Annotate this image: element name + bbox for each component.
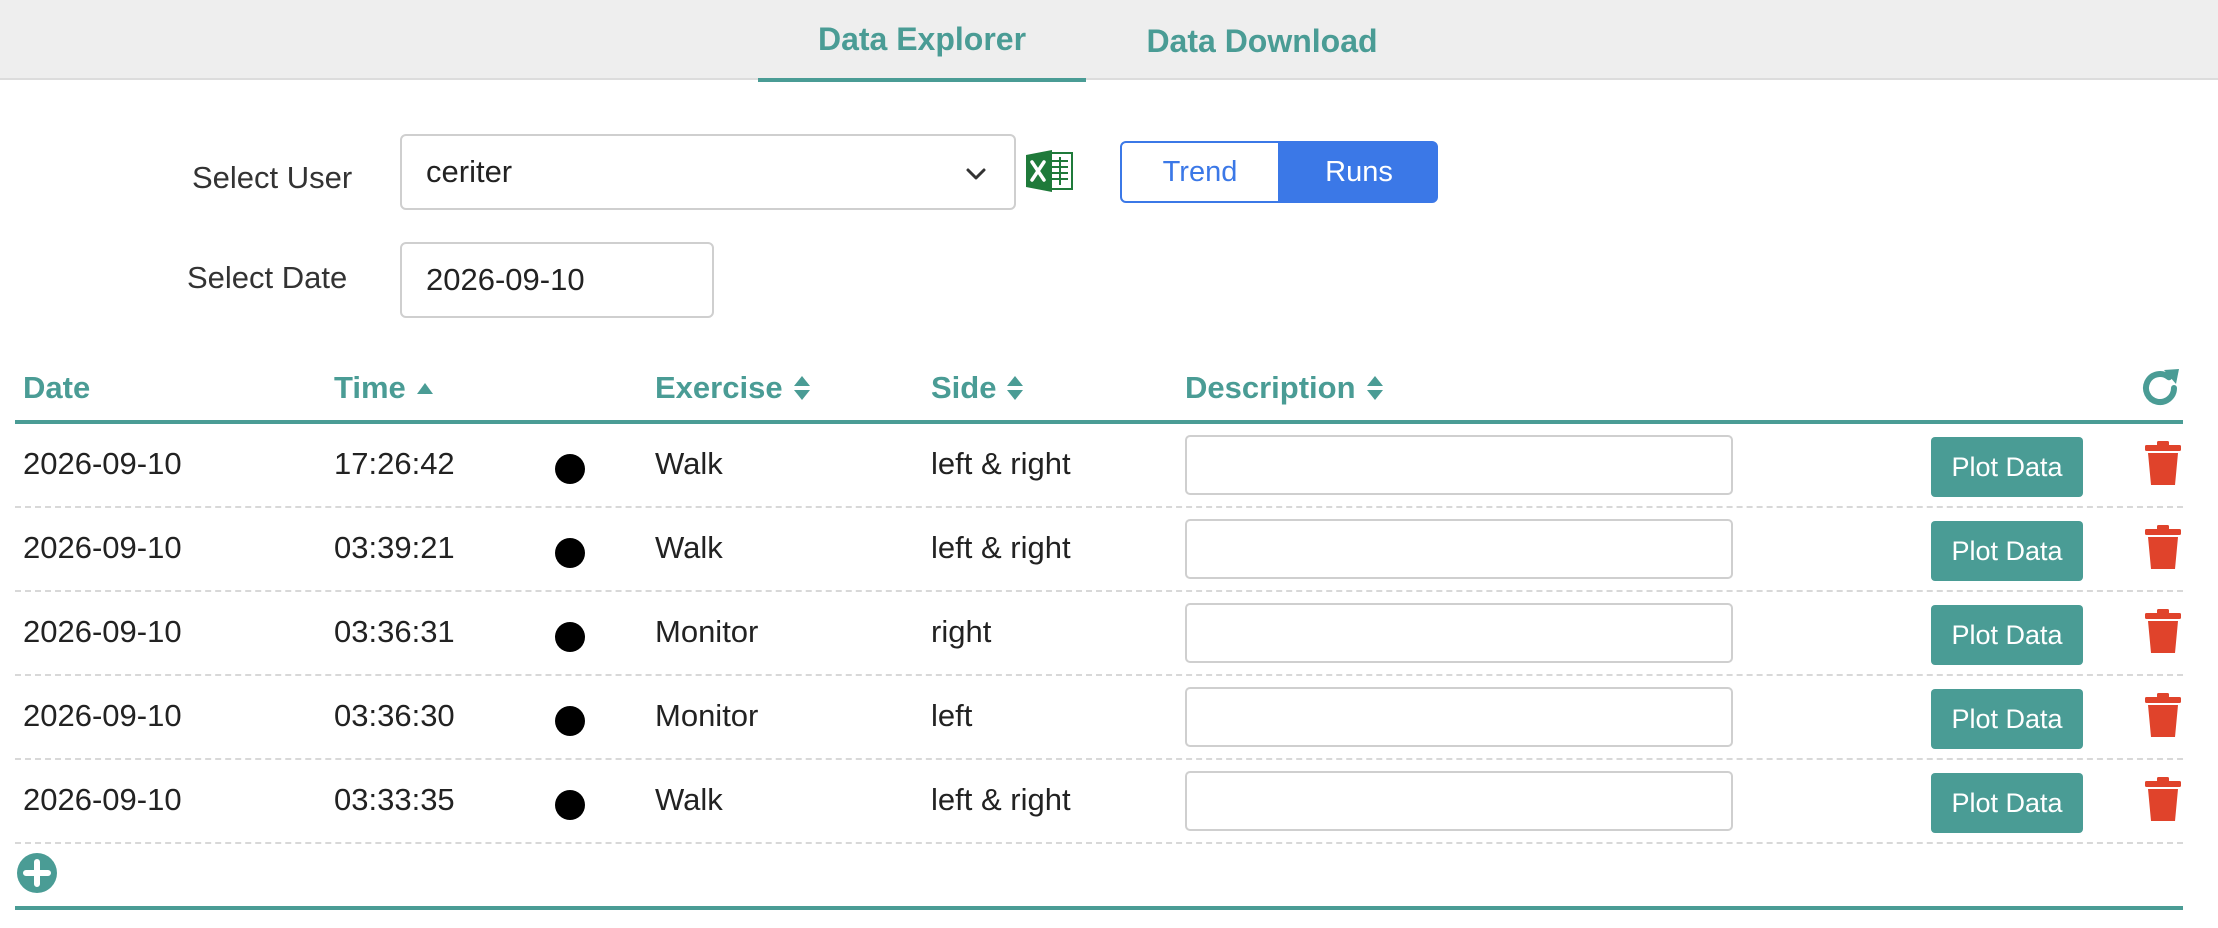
- cell-side: left & right: [931, 782, 1071, 817]
- column-header-date[interactable]: Date: [23, 370, 90, 406]
- tab-data-download[interactable]: Data Download: [1108, 0, 1416, 82]
- description-input[interactable]: [1185, 519, 1733, 579]
- status-dot-icon: [555, 454, 585, 484]
- tab-data-explorer[interactable]: Data Explorer: [758, 0, 1086, 82]
- column-header-side[interactable]: Side: [931, 370, 1024, 406]
- cell-date: 2026-09-10: [23, 614, 182, 649]
- column-header-time[interactable]: Time: [334, 370, 434, 406]
- trend-toggle-button[interactable]: Trend: [1120, 141, 1280, 203]
- table-row: 2026-09-10 03:39:21 Walk left & right Pl…: [15, 508, 2183, 592]
- cell-exercise: Monitor: [655, 614, 759, 649]
- cell-exercise: Walk: [655, 446, 723, 481]
- sort-ascending-icon: [416, 383, 433, 394]
- cell-time: 17:26:42: [334, 446, 455, 481]
- plot-data-button[interactable]: Plot Data: [1931, 521, 2083, 581]
- select-date-label: Select Date: [187, 260, 348, 295]
- cell-time: 03:36:30: [334, 698, 455, 733]
- trash-icon[interactable]: [2143, 692, 2183, 738]
- cell-exercise: Walk: [655, 530, 723, 565]
- plot-data-button[interactable]: Plot Data: [1931, 773, 2083, 833]
- cell-time: 03:39:21: [334, 530, 455, 565]
- status-dot-icon: [555, 538, 585, 568]
- runs-toggle-button[interactable]: Runs: [1280, 141, 1438, 203]
- column-header-exercise[interactable]: Exercise: [655, 370, 811, 406]
- excel-icon[interactable]: [1024, 150, 1074, 192]
- description-input[interactable]: [1185, 603, 1733, 663]
- table-row: 2026-09-10 03:36:31 Monitor right Plot D…: [15, 592, 2183, 676]
- chevron-down-icon: [966, 168, 986, 180]
- cell-side: right: [931, 614, 992, 649]
- sort-icon: [793, 376, 810, 400]
- sort-icon: [1007, 376, 1024, 400]
- cell-side: left & right: [931, 446, 1071, 481]
- status-dot-icon: [555, 622, 585, 652]
- column-header-description[interactable]: Description: [1185, 370, 1384, 406]
- trash-icon[interactable]: [2143, 608, 2183, 654]
- cell-exercise: Monitor: [655, 698, 759, 733]
- cell-date: 2026-09-10: [23, 530, 182, 565]
- plot-data-button[interactable]: Plot Data: [1931, 437, 2083, 497]
- cell-exercise: Walk: [655, 782, 723, 817]
- cell-side: left: [931, 698, 973, 733]
- cell-date: 2026-09-10: [23, 782, 182, 817]
- plot-data-button[interactable]: Plot Data: [1931, 605, 2083, 665]
- cell-date: 2026-09-10: [23, 446, 182, 481]
- date-input-value: 2026-09-10: [426, 262, 585, 297]
- sort-icon: [1366, 376, 1383, 400]
- status-dot-icon: [555, 790, 585, 820]
- select-user-label: Select User: [192, 160, 353, 195]
- cell-date: 2026-09-10: [23, 698, 182, 733]
- user-select-value: ceriter: [426, 154, 513, 189]
- description-input[interactable]: [1185, 687, 1733, 747]
- plus-circle-icon[interactable]: [16, 852, 58, 894]
- trash-icon[interactable]: [2143, 524, 2183, 570]
- refresh-icon[interactable]: [2138, 366, 2182, 410]
- table-footer-divider: [15, 906, 2183, 910]
- table-row: 2026-09-10 03:36:30 Monitor left Plot Da…: [15, 676, 2183, 760]
- cell-time: 03:33:35: [334, 782, 455, 817]
- description-input[interactable]: [1185, 771, 1733, 831]
- top-tab-bar: Data Explorer Data Download: [0, 0, 2218, 82]
- trash-icon[interactable]: [2143, 440, 2183, 486]
- plot-data-button[interactable]: Plot Data: [1931, 689, 2083, 749]
- table-row: 2026-09-10 03:33:35 Walk left & right Pl…: [15, 760, 2183, 844]
- user-select[interactable]: ceriter: [400, 134, 1016, 210]
- table-row: 2026-09-10 17:26:42 Walk left & right Pl…: [15, 424, 2183, 508]
- date-input[interactable]: 2026-09-10: [400, 242, 714, 318]
- cell-time: 03:36:31: [334, 614, 455, 649]
- description-input[interactable]: [1185, 435, 1733, 495]
- status-dot-icon: [555, 706, 585, 736]
- trash-icon[interactable]: [2143, 776, 2183, 822]
- cell-side: left & right: [931, 530, 1071, 565]
